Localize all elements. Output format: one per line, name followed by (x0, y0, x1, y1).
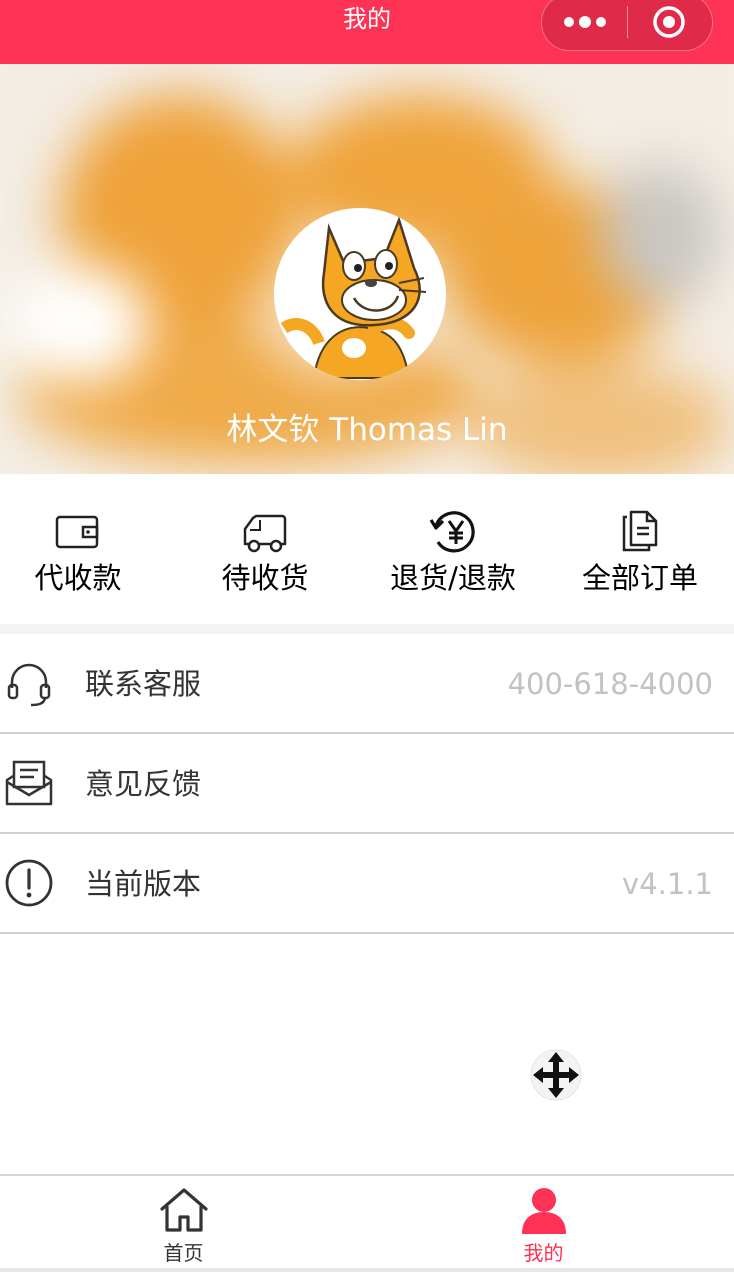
menu-item-version[interactable]: 当前版本 v4.1.1 (0, 834, 734, 934)
avatar[interactable] (274, 208, 446, 380)
order-shortcuts: 代收款 待收货 退货/退款 全部订单 (0, 474, 734, 624)
menu-label: 意见反馈 (85, 767, 202, 801)
truck-icon (243, 514, 287, 553)
menu-item-feedback[interactable]: 意见反馈 (0, 734, 734, 834)
order-refund[interactable]: 退货/退款 (361, 474, 545, 624)
cartoon-cat-avatar (274, 208, 446, 380)
order-label: 退货/退款 (390, 561, 516, 595)
tab-mine[interactable]: 我的 (360, 1176, 727, 1272)
home-indicator-bar (0, 1268, 734, 1272)
navigation-bar: 我的 (0, 0, 734, 64)
tab-label: 首页 (163, 1241, 204, 1265)
service-phone: 400-618-4000 (507, 667, 713, 701)
order-pending-receipt[interactable]: 待收货 (173, 474, 357, 624)
tab-bar: 首页 我的 (0, 1174, 734, 1272)
more-button[interactable] (542, 0, 628, 52)
menu-capsule (541, 0, 713, 51)
order-label: 待收货 (221, 561, 309, 595)
tab-home[interactable]: 首页 (0, 1176, 367, 1272)
profile-banner: 林文钦 Thomas Lin (0, 64, 734, 474)
tab-label: 我的 (523, 1241, 564, 1265)
order-label: 全部订单 (581, 561, 698, 595)
username: 林文钦 Thomas Lin (226, 412, 508, 448)
order-label: 代收款 (34, 561, 122, 595)
menu-item-customer-service[interactable]: 联系客服 400-618-4000 (0, 634, 734, 734)
section-divider (0, 624, 734, 634)
exclamation-circle-icon (5, 859, 53, 907)
menu-label: 当前版本 (85, 867, 202, 901)
move-cursor-icon[interactable] (529, 1048, 583, 1102)
more-dots-icon (564, 16, 606, 28)
target-icon (653, 6, 685, 38)
headset-icon (7, 663, 51, 707)
wallet-icon (55, 515, 99, 549)
home-icon (159, 1188, 208, 1232)
close-miniprogram-button[interactable] (628, 0, 714, 52)
refund-yen-icon (429, 511, 475, 553)
order-all[interactable]: 全部订单 (548, 474, 732, 624)
menu-label: 联系客服 (85, 667, 202, 701)
order-pending-payment[interactable]: 代收款 (0, 474, 170, 624)
documents-icon (622, 510, 658, 552)
version-number: v4.1.1 (622, 867, 713, 901)
person-icon (521, 1188, 566, 1234)
envelope-icon (5, 760, 53, 806)
